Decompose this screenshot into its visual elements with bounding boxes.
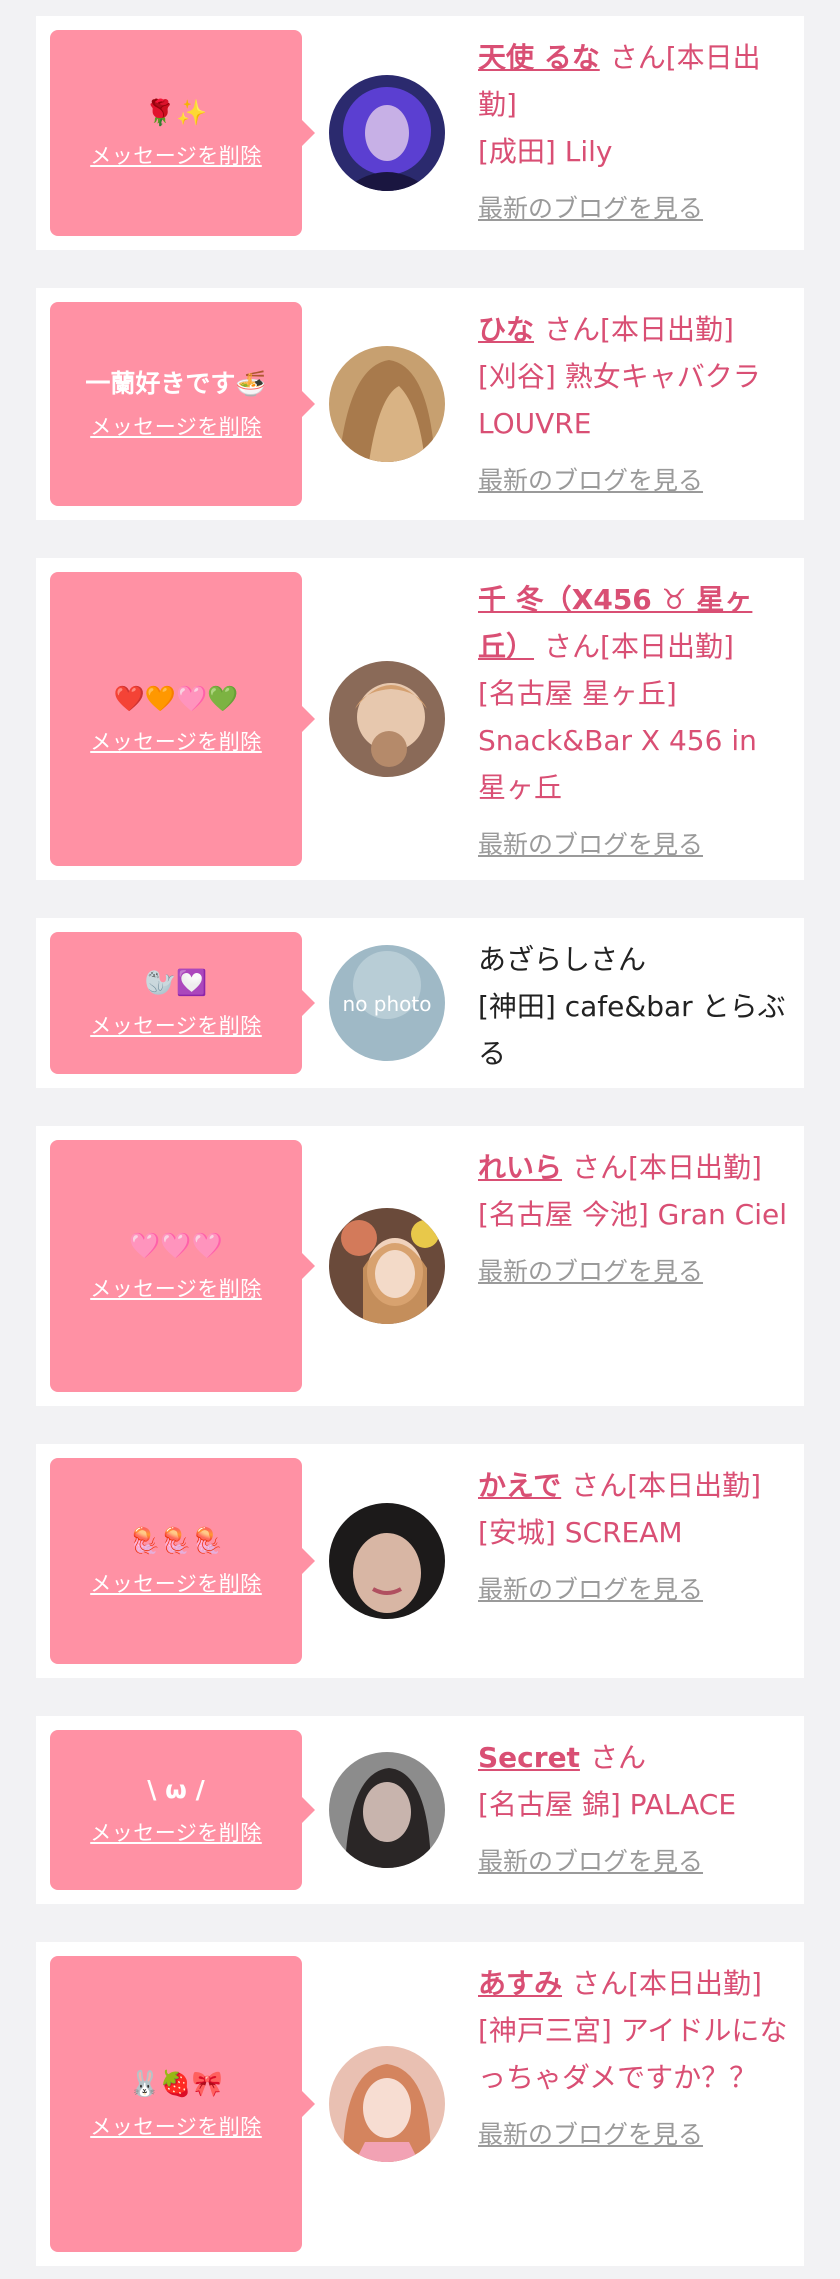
shop-label: [名古屋 今池] Gran Ciel bbox=[478, 1198, 787, 1231]
cast-info: ひな さん[本日出勤] [刈谷] 熟女キャバクラ LOUVRE 最新のブログを見る bbox=[472, 302, 790, 506]
message-bubble: 一蘭好きです🍜 メッセージを削除 bbox=[50, 302, 302, 506]
cast-name-link[interactable]: 天使 るな bbox=[478, 41, 600, 74]
message-text: 一蘭好きです🍜 bbox=[85, 369, 267, 398]
cast-status: さん[本日出勤] bbox=[572, 1967, 762, 2000]
shop-label: [刈谷] 熟女キャバクラ LOUVRE bbox=[478, 360, 761, 440]
message-bubble: 🐰🍓🎀 メッセージを削除 bbox=[50, 1956, 302, 2252]
cast-info: かえで さん[本日出勤] [安城] SCREAM 最新のブログを見る bbox=[472, 1458, 790, 1664]
cast-name-link[interactable]: かえで bbox=[478, 1469, 561, 1502]
message-bubble-wrap: 🐰🍓🎀 メッセージを削除 bbox=[50, 1956, 302, 2252]
message-bubble-wrap: 🩷🩷🩷 メッセージを削除 bbox=[50, 1140, 302, 1392]
list-item: 🐰🍓🎀 メッセージを削除 あすみ さん[本日出勤] [神戸三宮] アイドルになっち… bbox=[36, 1942, 804, 2266]
cast-name-link[interactable]: あすみ bbox=[478, 1967, 562, 2000]
delete-message-link[interactable]: メッセージを削除 bbox=[90, 2111, 262, 2141]
avatar-col bbox=[302, 1458, 472, 1664]
delete-message-link[interactable]: メッセージを削除 bbox=[90, 1010, 262, 1040]
shop-label: [名古屋 錦] PALACE bbox=[478, 1788, 737, 1821]
view-blog-link[interactable]: 最新のブログを見る bbox=[478, 1842, 703, 1882]
list-item: \ ω / メッセージを削除 Secret さん [名古屋 錦] PALACE 最… bbox=[36, 1716, 804, 1904]
list-item: 🪼🪼🪼 メッセージを削除 かえで さん[本日出勤] [安城] SCREAM 最新の… bbox=[36, 1444, 804, 1678]
avatar[interactable] bbox=[329, 1503, 445, 1619]
list-item: 🌹✨ メッセージを削除 天使 るな さん[本日出勤] [成田] Lily 最新のブ… bbox=[36, 16, 804, 250]
message-bubble-wrap: \ ω / メッセージを削除 bbox=[50, 1730, 302, 1890]
message-bubble: 🌹✨ メッセージを削除 bbox=[50, 30, 302, 236]
cast-info: あざらしさん [神田] cafe&bar とらぶる bbox=[472, 932, 790, 1074]
message-bubble: 🩷🩷🩷 メッセージを削除 bbox=[50, 1140, 302, 1392]
message-bubble-wrap: ❤️🧡🩷💚 メッセージを削除 bbox=[50, 572, 302, 866]
list-item: 一蘭好きです🍜 メッセージを削除 ひな さん[本日出勤] [刈谷] 熟女キャバクラ… bbox=[36, 288, 804, 520]
avatar[interactable] bbox=[329, 75, 445, 191]
message-text: 🪼🪼🪼 bbox=[129, 1526, 223, 1555]
message-text: \ ω / bbox=[147, 1775, 205, 1804]
message-bubble: 🦭💟 メッセージを削除 bbox=[50, 932, 302, 1074]
avatar[interactable] bbox=[329, 2046, 445, 2162]
message-text: ❤️🧡🩷💚 bbox=[113, 684, 239, 713]
avatar-col bbox=[302, 1956, 472, 2252]
message-text: 🌹✨ bbox=[144, 98, 208, 127]
avatar[interactable]: no photo bbox=[329, 945, 445, 1061]
view-blog-link[interactable]: 最新のブログを見る bbox=[478, 1570, 703, 1610]
avatar[interactable] bbox=[329, 1208, 445, 1324]
avatar-col bbox=[302, 572, 472, 866]
cast-info: Secret さん [名古屋 錦] PALACE 最新のブログを見る bbox=[472, 1730, 790, 1890]
shop-label: [名古屋 星ヶ丘] Snack&Bar X 456 in 星ヶ丘 bbox=[478, 677, 757, 804]
cast-name-link[interactable]: れいら bbox=[478, 1151, 562, 1184]
avatar[interactable] bbox=[329, 346, 445, 462]
message-bubble-wrap: 一蘭好きです🍜 メッセージを削除 bbox=[50, 302, 302, 506]
view-blog-link[interactable]: 最新のブログを見る bbox=[478, 1252, 703, 1292]
cast-status: さん bbox=[589, 1741, 646, 1774]
list-item: ❤️🧡🩷💚 メッセージを削除 千 冬（X456 ♉ 星ヶ丘） さん[本日出勤] [… bbox=[36, 558, 804, 880]
message-bubble-wrap: 🌹✨ メッセージを削除 bbox=[50, 30, 302, 236]
delete-message-link[interactable]: メッセージを削除 bbox=[90, 726, 262, 756]
view-blog-link[interactable]: 最新のブログを見る bbox=[478, 189, 703, 229]
avatar-col bbox=[302, 1730, 472, 1890]
delete-message-link[interactable]: メッセージを削除 bbox=[90, 1817, 262, 1847]
cast-info: れいら さん[本日出勤] [名古屋 今池] Gran Ciel 最新のブログを見る bbox=[472, 1140, 790, 1392]
avatar-col: no photo bbox=[302, 932, 472, 1074]
view-blog-link[interactable]: 最新のブログを見る bbox=[478, 2115, 703, 2155]
shop-label: [神戸三宮] アイドルになっちゃダメですか？？ bbox=[478, 2014, 788, 2094]
view-blog-link[interactable]: 最新のブログを見る bbox=[478, 461, 703, 501]
delete-message-link[interactable]: メッセージを削除 bbox=[90, 1568, 262, 1598]
no-photo-label: no photo bbox=[343, 992, 432, 1016]
delete-message-link[interactable]: メッセージを削除 bbox=[90, 1273, 262, 1303]
avatar[interactable] bbox=[329, 1752, 445, 1868]
list-item: 🩷🩷🩷 メッセージを削除 れいら さん[本日出勤] [名古屋 今池] Gran C… bbox=[36, 1126, 804, 1406]
cast-name: あざらし bbox=[478, 943, 591, 976]
avatar-col bbox=[302, 1140, 472, 1392]
delete-message-link[interactable]: メッセージを削除 bbox=[90, 411, 262, 441]
message-list: 🌹✨ メッセージを削除 天使 るな さん[本日出勤] [成田] Lily 最新のブ… bbox=[0, 0, 840, 2266]
message-text: 🐰🍓🎀 bbox=[129, 2069, 223, 2098]
avatar-col bbox=[302, 30, 472, 236]
cast-info: 天使 るな さん[本日出勤] [成田] Lily 最新のブログを見る bbox=[472, 30, 790, 236]
cast-status: さん bbox=[590, 943, 647, 976]
cast-status: さん[本日出勤] bbox=[544, 630, 734, 663]
list-item: 🦭💟 メッセージを削除 no photo あざらしさん [神田] cafe&ba… bbox=[36, 918, 804, 1088]
shop-label: [成田] Lily bbox=[478, 135, 613, 168]
shop-label: [神田] cafe&bar とらぶる bbox=[478, 990, 786, 1070]
cast-name-link[interactable]: Secret bbox=[478, 1741, 580, 1774]
message-text: 🩷🩷🩷 bbox=[129, 1231, 223, 1260]
cast-name-link[interactable]: ひな bbox=[478, 313, 534, 346]
view-blog-link[interactable]: 最新のブログを見る bbox=[478, 825, 703, 865]
message-bubble: \ ω / メッセージを削除 bbox=[50, 1730, 302, 1890]
message-bubble-wrap: 🪼🪼🪼 メッセージを削除 bbox=[50, 1458, 302, 1664]
message-bubble: 🪼🪼🪼 メッセージを削除 bbox=[50, 1458, 302, 1664]
shop-label: [安城] SCREAM bbox=[478, 1516, 683, 1549]
cast-status: さん[本日出勤] bbox=[571, 1469, 762, 1502]
avatar-col bbox=[302, 302, 472, 506]
message-text: 🦭💟 bbox=[144, 968, 208, 997]
cast-status: さん[本日出勤] bbox=[572, 1151, 762, 1184]
message-bubble: ❤️🧡🩷💚 メッセージを削除 bbox=[50, 572, 302, 866]
message-bubble-wrap: 🦭💟 メッセージを削除 bbox=[50, 932, 302, 1074]
avatar[interactable] bbox=[329, 661, 445, 777]
cast-info: 千 冬（X456 ♉ 星ヶ丘） さん[本日出勤] [名古屋 星ヶ丘] Snack&… bbox=[472, 572, 790, 866]
cast-info: あすみ さん[本日出勤] [神戸三宮] アイドルになっちゃダメですか？？ 最新のブ… bbox=[472, 1956, 790, 2252]
delete-message-link[interactable]: メッセージを削除 bbox=[90, 140, 262, 170]
cast-status: さん[本日出勤] bbox=[544, 313, 734, 346]
